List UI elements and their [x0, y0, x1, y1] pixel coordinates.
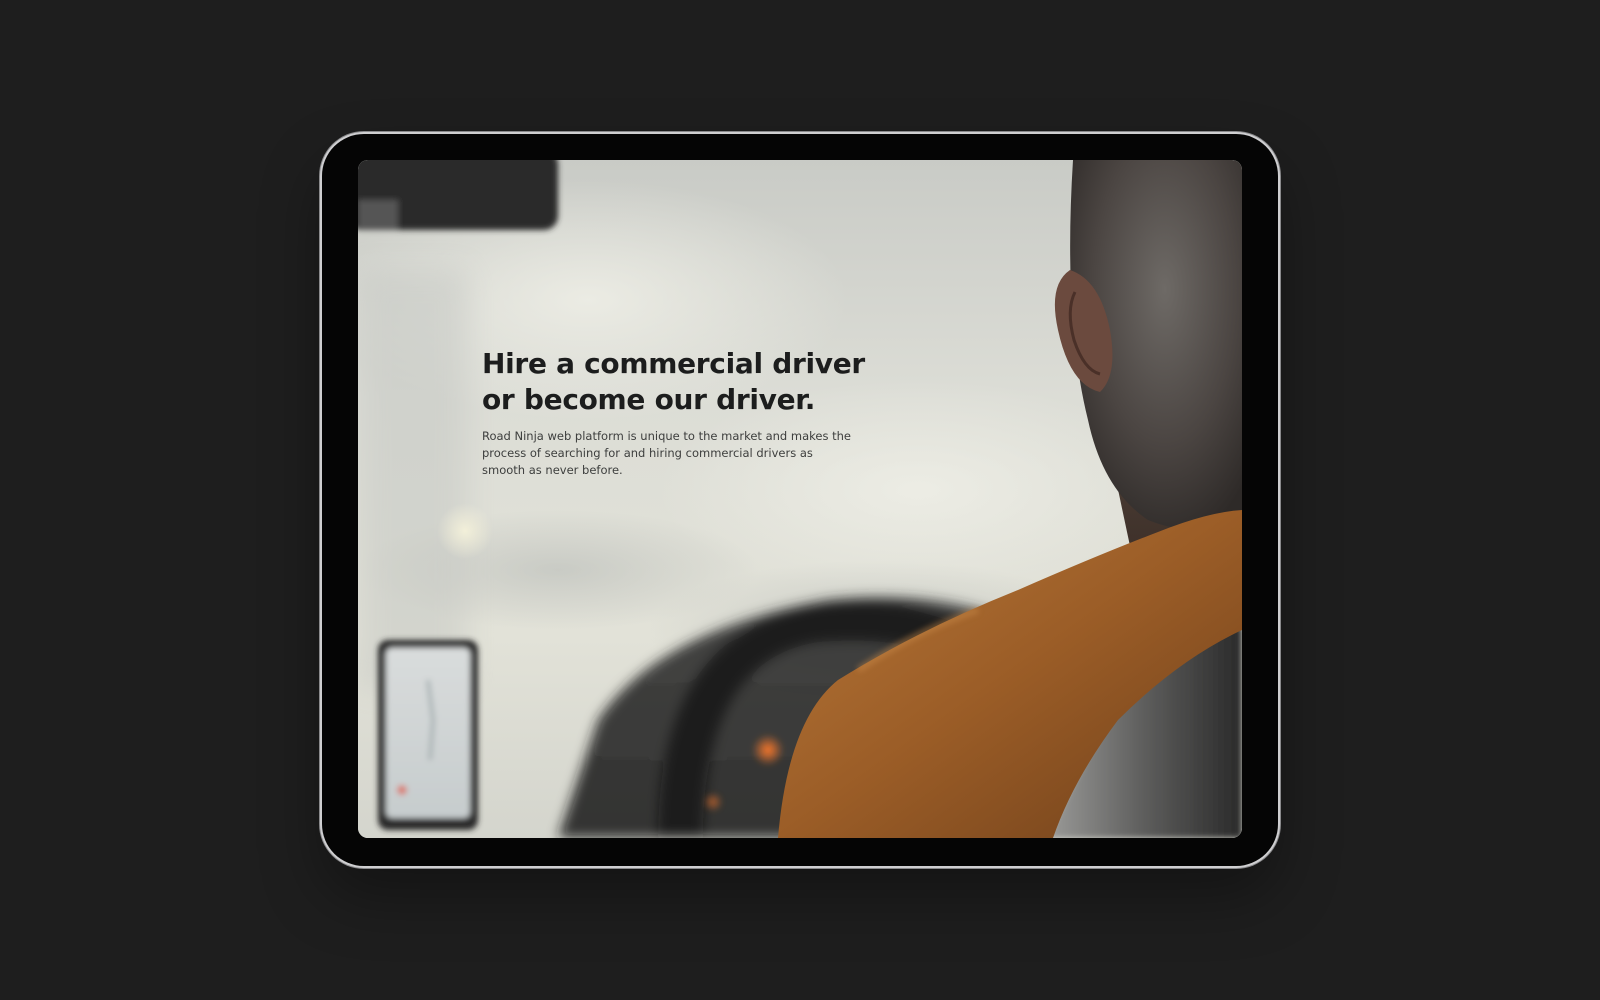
presentation-stage: Hire a commercial driver or become our d… — [0, 0, 1600, 1000]
hero-title: Hire a commercial driver or become our d… — [482, 346, 872, 418]
tablet-screen: Hire a commercial driver or become our d… — [358, 160, 1242, 838]
hero-text-block: Hire a commercial driver or become our d… — [482, 346, 872, 479]
hero-description: Road Ninja web platform is unique to the… — [482, 429, 851, 477]
driver-in-car-photo — [358, 160, 1242, 838]
tablet-device-frame: Hire a commercial driver or become our d… — [322, 134, 1278, 866]
hero-title-line-1: Hire a commercial driver — [482, 347, 865, 380]
hero-title-line-2: or become our driver. — [482, 383, 816, 416]
